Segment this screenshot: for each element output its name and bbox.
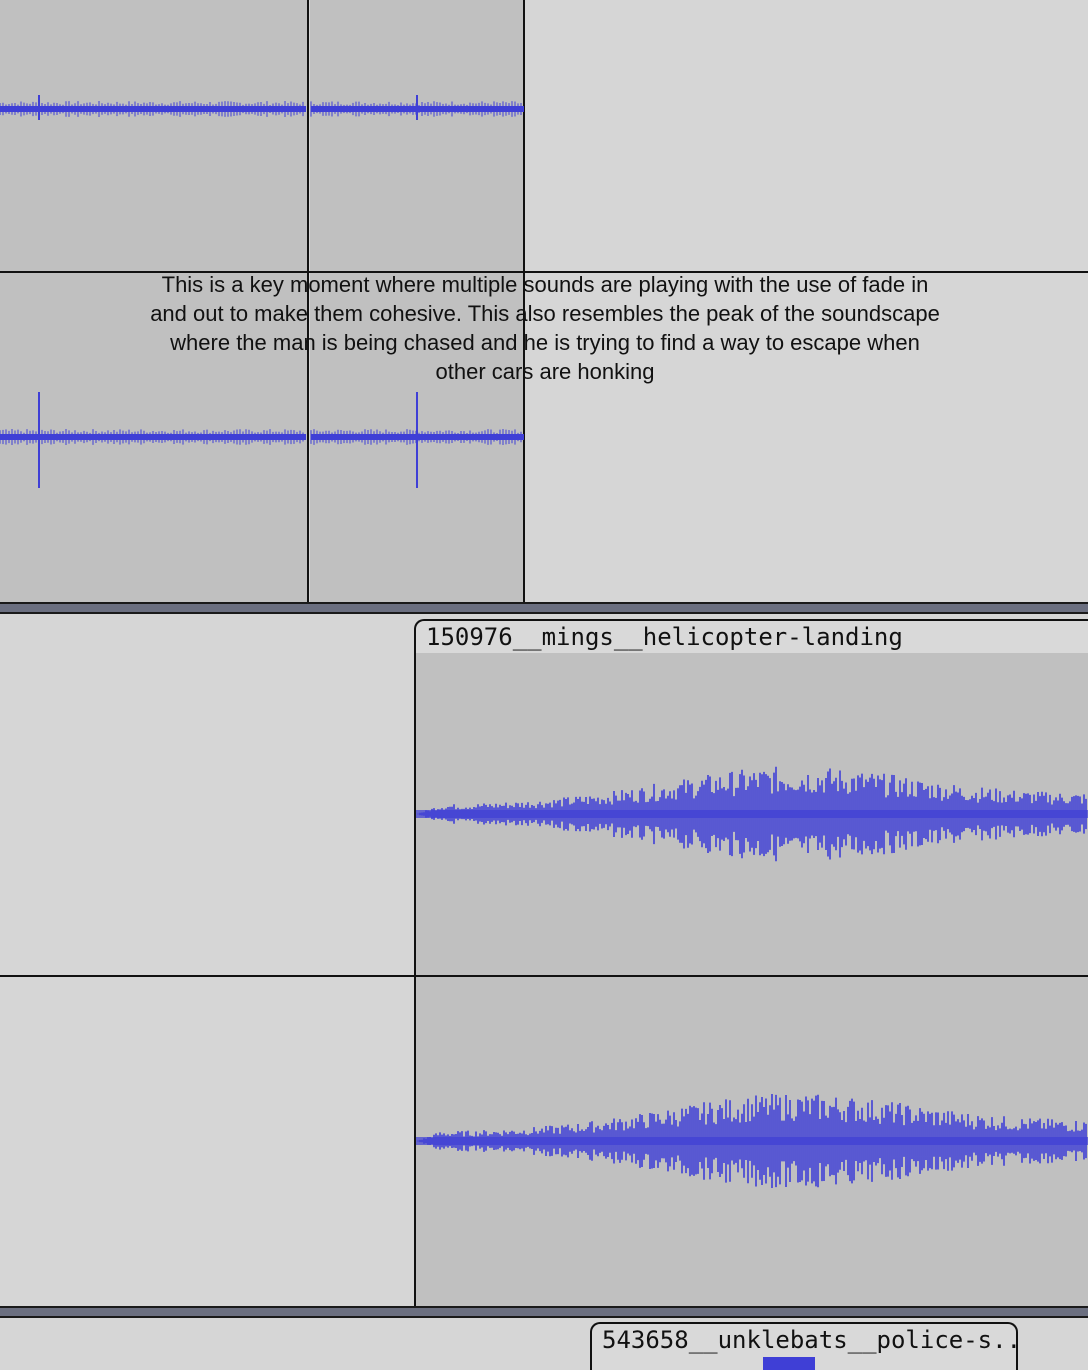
annotation-text: This is a key moment where multiple soun… <box>150 272 940 384</box>
helicopter-waveform-right-core <box>416 1137 1088 1145</box>
waveform-layer <box>0 95 1088 1189</box>
helicopter-waveform-left-core <box>416 810 1088 818</box>
